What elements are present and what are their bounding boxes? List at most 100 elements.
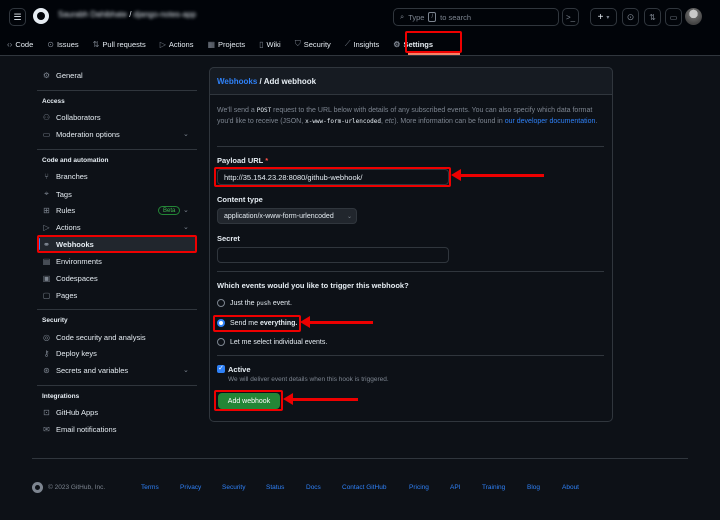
footer-link-terms[interactable]: Terms (141, 484, 159, 491)
sidebar-item-tags[interactable]: ⌖ Tags (42, 189, 72, 199)
tab-security[interactable]: ⛉ Security (288, 35, 338, 53)
sidebar-item-branches[interactable]: ⑂ Branches (42, 172, 88, 181)
plus-icon: + (597, 11, 604, 23)
webhook-icon: ⚭ (43, 240, 50, 249)
command-palette-button[interactable]: >_ (562, 8, 579, 26)
intro-code: x-www-form-urlencoded (305, 118, 381, 125)
radio-push[interactable] (217, 299, 225, 307)
developer-docs-link[interactable]: our developer documentation (505, 118, 596, 125)
chevron-down-icon[interactable]: ⌄ (183, 366, 189, 374)
branch-icon: ⑂ (44, 172, 49, 181)
sidebar-item-github-apps[interactable]: ⊡ GitHub Apps (42, 408, 98, 417)
footer-link-docs[interactable]: Docs (306, 484, 321, 491)
repo-separator: / (129, 10, 132, 19)
rules-icon: ⊞ (43, 206, 50, 215)
event-option-individual[interactable]: Let me select individual events. (217, 338, 327, 346)
footer-link-training[interactable]: Training (482, 484, 505, 491)
option-text: Send me (230, 319, 260, 327)
chevron-down-icon[interactable]: ⌄ (183, 206, 189, 214)
tab-code[interactable]: ‹› Code (0, 35, 40, 53)
sidebar-item-label: Collaborators (56, 113, 101, 122)
chevron-down-icon: ▾ (606, 14, 610, 21)
repo-owner[interactable]: Saurabh Dahibhate (58, 10, 127, 19)
intro-etc: etc (384, 118, 395, 125)
breadcrumb: Webhooks / Add webhook (217, 77, 316, 86)
create-new-button[interactable]: + ▾ (590, 8, 617, 26)
sidebar-item-codespaces[interactable]: ▣ Codespaces (42, 274, 98, 283)
tab-settings[interactable]: ⚙ Settings (386, 35, 440, 53)
radio-everything[interactable] (217, 319, 225, 327)
search-placeholder-pre: Type (408, 12, 425, 22)
search-icon: ⌕ (400, 12, 405, 21)
sidebar-item-email-notifications[interactable]: ✉ Email notifications (42, 425, 116, 434)
tab-projects[interactable]: ▦ Projects (200, 35, 252, 53)
sidebar-item-label: General (56, 71, 83, 80)
sidebar-heading-security: Security (42, 317, 68, 324)
annotation-arrow (451, 169, 544, 181)
sidebar-item-actions[interactable]: ▷ Actions (42, 223, 80, 232)
tab-label: Settings (403, 39, 434, 49)
tab-insights[interactable]: ⟋ Insights (338, 35, 386, 53)
footer-link-about[interactable]: About (562, 484, 579, 491)
tab-label: Security (303, 39, 331, 49)
payload-url-input[interactable]: http://35.154.23.28:8080/github-webhook/ (217, 169, 449, 185)
tab-pull-requests[interactable]: ⇅ Pull requests (86, 35, 153, 53)
event-option-push[interactable]: Just the push event. (217, 299, 292, 307)
sidebar-item-secrets[interactable]: ⊛ Secrets and variables (42, 366, 128, 375)
radio-individual[interactable] (217, 338, 225, 346)
content-type-select[interactable]: application/x-www-form-urlencoded ⌄ (217, 208, 357, 224)
footer-link-contact[interactable]: Contact GitHub (342, 484, 386, 491)
sidebar-item-general[interactable]: ⚙ General (42, 71, 83, 80)
sidebar-item-label: Secrets and variables (56, 366, 129, 375)
section-divider (217, 271, 604, 272)
terminal-icon: >_ (565, 12, 576, 22)
chevron-down-icon[interactable]: ⌄ (183, 223, 189, 231)
footer-link-privacy[interactable]: Privacy (180, 484, 201, 491)
sidebar-item-pages[interactable]: ▢ Pages (42, 291, 78, 300)
payload-url-label-text: Payload URL (217, 156, 264, 165)
footer-link-pricing[interactable]: Pricing (409, 484, 429, 491)
tab-issues[interactable]: ⊙ Issues (40, 35, 85, 53)
sidebar-item-rules[interactable]: ⊞ Rules (42, 206, 75, 215)
footer-link-api[interactable]: API (450, 484, 460, 491)
github-mark-icon[interactable] (32, 482, 43, 493)
event-option-everything[interactable]: Send me everything. (217, 319, 297, 327)
active-checkbox[interactable]: ✓ (217, 365, 225, 373)
avatar[interactable] (685, 8, 702, 25)
chevron-down-icon[interactable]: ⌄ (183, 130, 189, 138)
inbox-icon: ▭ (669, 12, 678, 22)
sidebar-item-environments[interactable]: ▤ Environments (42, 257, 102, 266)
tag-icon: ⌖ (44, 189, 49, 198)
play-icon: ▷ (43, 223, 50, 232)
sidebar-item-deploy-keys[interactable]: ⚷ Deploy keys (42, 349, 97, 358)
footer-link-status[interactable]: Status (266, 484, 284, 491)
sidebar-item-label: Deploy keys (56, 349, 97, 358)
sidebar-item-code-security[interactable]: ◎ Code security and analysis (42, 333, 146, 342)
issues-button[interactable]: ⊙ (622, 8, 639, 26)
footer-divider (32, 458, 688, 459)
copyright-text: © 2023 GitHub, Inc. (48, 484, 106, 491)
pull-requests-button[interactable]: ⇅ (644, 8, 661, 26)
breadcrumb-webhooks-link[interactable]: Webhooks (217, 77, 257, 86)
search-input[interactable]: ⌕ Type / to search (393, 8, 559, 26)
github-logo[interactable] (33, 8, 49, 24)
sidebar-item-moderation[interactable]: ▭ Moderation options (42, 130, 120, 139)
search-shortcut-key: / (428, 12, 437, 22)
sidebar-item-label: Email notifications (56, 425, 117, 434)
hamburger-icon: ☰ (13, 11, 22, 22)
intro-text: We'll send a POST request to the URL bel… (217, 105, 602, 127)
pull-request-icon: ⇅ (92, 39, 100, 49)
tab-actions[interactable]: ▷ Actions (153, 35, 201, 53)
inbox-button[interactable]: ▭ (665, 8, 682, 26)
menu-button[interactable]: ☰ (9, 8, 26, 26)
repo-name[interactable]: django-notes-app (134, 10, 196, 19)
sidebar-item-webhooks[interactable]: ⚭ Webhooks (42, 240, 94, 249)
secret-input[interactable] (217, 247, 449, 263)
sidebar-item-collaborators[interactable]: ⚇ Collaborators (42, 113, 101, 122)
section-divider (217, 355, 604, 356)
tab-wiki[interactable]: ▯ Wiki (252, 35, 288, 53)
add-webhook-button[interactable]: Add webhook (218, 393, 280, 409)
footer-link-blog[interactable]: Blog (527, 484, 540, 491)
footer-link-security[interactable]: Security (222, 484, 245, 491)
sidebar-divider (37, 90, 197, 91)
